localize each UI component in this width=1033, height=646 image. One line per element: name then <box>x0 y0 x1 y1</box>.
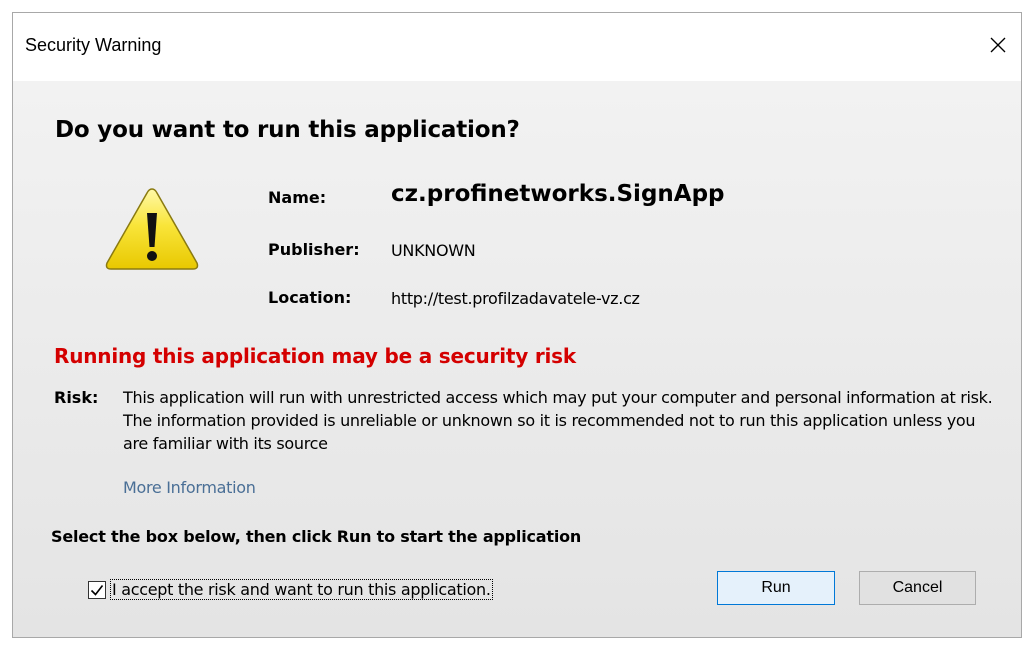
title-bar: Security Warning <box>13 13 1021 81</box>
name-label: Name: <box>268 188 327 207</box>
warning-triangle-icon <box>105 188 199 270</box>
risk-label: Risk: <box>54 388 99 407</box>
location-value: http://test.profilzadavatele-vz.cz <box>391 289 640 308</box>
dialog-body: Do you want to run this application? Nam… <box>13 81 1021 637</box>
publisher-label: Publisher: <box>268 240 360 259</box>
risk-headline: Running this application may be a securi… <box>54 344 576 368</box>
checkmark-icon <box>90 585 104 596</box>
close-button[interactable] <box>981 29 1015 61</box>
more-information-link[interactable]: More Information <box>123 478 256 497</box>
publisher-value: UNKNOWN <box>391 241 476 260</box>
accept-risk-label[interactable]: I accept the risk and want to run this a… <box>110 579 493 600</box>
dialog-question: Do you want to run this application? <box>55 117 520 143</box>
location-label: Location: <box>268 288 352 307</box>
window-title: Security Warning <box>25 35 162 55</box>
run-button[interactable]: Run <box>717 571 835 605</box>
confirm-instruction: Select the box below, then click Run to … <box>51 527 582 546</box>
accept-risk-checkbox[interactable] <box>88 581 106 599</box>
risk-description: This application will run with unrestric… <box>123 388 993 453</box>
close-icon <box>990 37 1006 53</box>
app-name-value: cz.profinetworks.SignApp <box>391 181 725 207</box>
cancel-button[interactable]: Cancel <box>859 571 976 605</box>
security-warning-dialog: Security Warning Do you want to run this… <box>12 12 1022 638</box>
